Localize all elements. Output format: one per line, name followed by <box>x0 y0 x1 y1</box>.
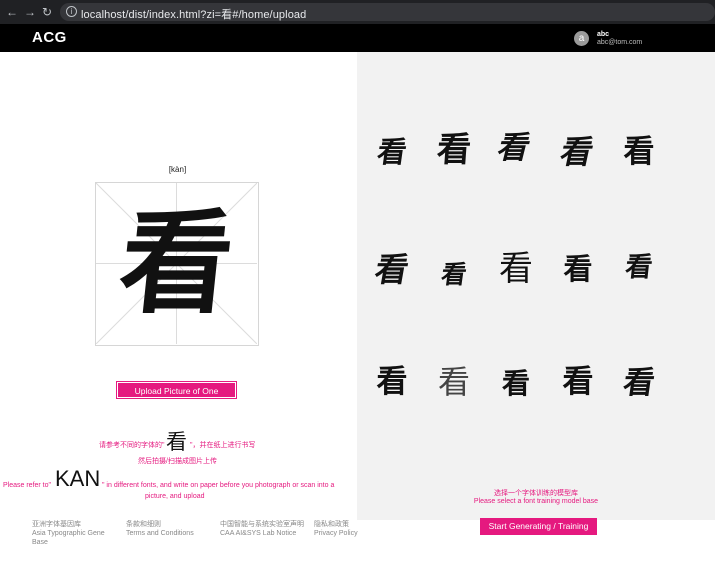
character-grid: 看 <box>95 182 259 346</box>
hint-en-suffix: " in different fonts, and write on paper… <box>102 482 335 489</box>
hint-en-prefix: Please refer to" <box>3 482 52 489</box>
footer-label-en: Base <box>32 539 48 546</box>
footer-label-en: CAA AI&SYS Lab Notice <box>220 530 297 537</box>
font-sample[interactable]: 看 <box>617 245 662 289</box>
hint-en-line2: picture, and upload <box>145 493 205 500</box>
hint-cn-character: 看 <box>166 430 187 454</box>
font-sample[interactable]: 看 <box>558 360 598 404</box>
upload-picture-button[interactable]: Upload Picture of One Chinese <box>116 381 237 412</box>
hint-cn-prefix: 请参考不同的字体的" <box>99 442 165 449</box>
footer-link-lab-notice[interactable]: 中国智能与系统实验室声明 CAA AI&SYS Lab Notice <box>220 520 304 538</box>
font-model-panel <box>357 52 715 520</box>
font-sample[interactable]: 看 <box>368 247 416 291</box>
arrow-left-icon[interactable]: ← <box>6 4 18 20</box>
font-sample[interactable]: 看 <box>372 360 412 404</box>
pinyin-label: [kàn] <box>168 165 187 174</box>
font-sample[interactable]: 看 <box>619 130 659 174</box>
address-bar[interactable]: i localhost/dist/index.html?zi=看#/home/u… <box>60 3 715 21</box>
app-header: ACG a abc abc@tom.com <box>0 24 715 52</box>
avatar[interactable]: a <box>574 31 589 46</box>
hint-en-word: KAN <box>55 466 101 491</box>
model-select-cn: 选择一个字体训练的模型库 <box>494 490 578 497</box>
url-text: localhost/dist/index.html?zi=看#/home/upl… <box>81 9 307 21</box>
footer-label-en: Privacy Policy <box>314 530 358 537</box>
font-sample[interactable]: 看 <box>369 130 415 174</box>
user-name: abc <box>597 31 610 38</box>
footer-link-gene-base[interactable]: 亚洲字体基因库 Asia Typographic Gene Base <box>32 520 105 547</box>
footer-label-cn: 亚洲字体基因库 <box>32 521 81 528</box>
font-sample[interactable]: 看 <box>434 360 474 404</box>
model-select-en: Please select a font training model base <box>473 498 599 505</box>
brand-logo[interactable]: ACG <box>32 29 67 46</box>
footer-link-privacy[interactable]: 隐私和政策 Privacy Policy <box>314 520 358 538</box>
footer-link-terms[interactable]: 条款和细则 Terms and Conditions <box>126 520 194 538</box>
font-sample[interactable]: 看 <box>496 247 536 291</box>
reload-icon[interactable]: ↻ <box>42 4 52 20</box>
start-generating-button[interactable]: Start Generating / Training <box>480 518 597 535</box>
font-sample[interactable]: 看 <box>558 247 598 291</box>
font-sample[interactable]: 看 <box>431 252 477 296</box>
footer-label-en: Asia Typographic Gene <box>32 530 105 537</box>
font-sample[interactable]: 看 <box>616 361 662 405</box>
hint-cn-suffix: "，并在纸上进行书写 <box>190 442 256 449</box>
arrow-right-icon[interactable]: → <box>24 4 36 20</box>
footer-label-cn: 隐私和政策 <box>314 521 349 528</box>
footer-label-cn: 条款和细则 <box>126 521 161 528</box>
user-email: abc@tom.com <box>597 39 643 46</box>
footer-label-cn: 中国智能与系统实验室声明 <box>220 521 304 528</box>
font-sample[interactable]: 看 <box>432 128 475 172</box>
info-icon[interactable]: i <box>66 6 77 17</box>
hint-cn-line2: 然后拍摄/扫描成图片上传 <box>138 458 217 465</box>
browser-toolbar: ← → ↻ i localhost/dist/index.html?zi=看#/… <box>0 0 715 24</box>
footer-label-en: Terms and Conditions <box>126 530 194 537</box>
font-sample[interactable]: 看 <box>496 362 536 406</box>
calligraphy-character: 看 <box>113 197 240 329</box>
